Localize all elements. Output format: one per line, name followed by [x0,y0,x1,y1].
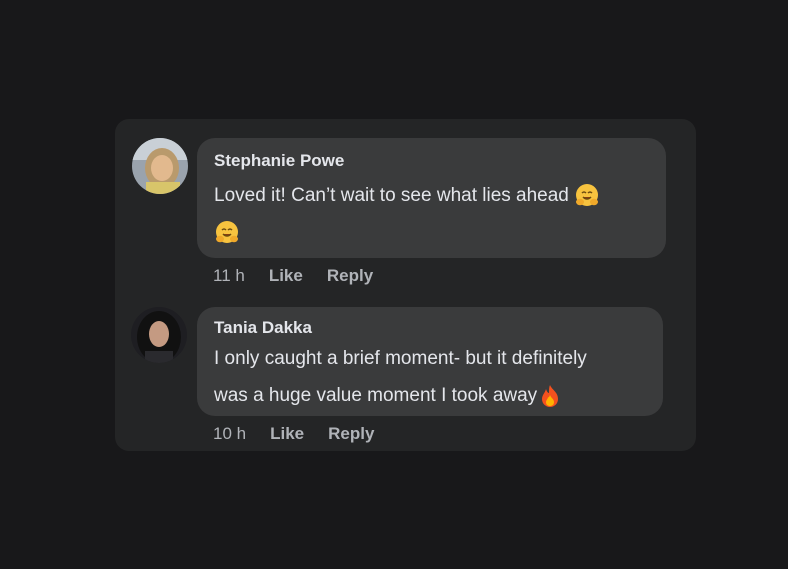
comment-author[interactable]: Tania Dakka [214,318,646,338]
hugging-face-icon [576,183,599,206]
reply-button[interactable]: Reply [327,266,373,286]
hugging-face-icon [216,220,238,243]
fire-icon [542,384,559,407]
comment-text: I only caught a brief moment- but it def… [214,340,646,414]
comment-text-line: was a huge value moment I took away [214,385,538,406]
comment-author[interactable]: Stephanie Powe [214,151,649,171]
comments-card: Stephanie Powe Loved it! Can’t wait to s… [115,119,696,451]
comment-text: Loved it! Can’t wait to see what lies ah… [214,177,649,251]
comment-text-line: I only caught a brief moment- but it def… [214,348,587,369]
comment-actions: 11 h Like Reply [213,266,373,286]
comment-bubble: Stephanie Powe Loved it! Can’t wait to s… [197,138,666,258]
comment-timestamp[interactable]: 10 h [213,424,246,444]
comment-bubble: Tania Dakka I only caught a brief moment… [197,307,663,416]
avatar[interactable] [131,307,187,363]
avatar[interactable] [132,138,188,194]
like-button[interactable]: Like [270,424,304,444]
comment-actions: 10 h Like Reply [213,424,374,444]
comment-text-content: Loved it! Can’t wait to see what lies ah… [214,185,569,206]
reply-button[interactable]: Reply [328,424,374,444]
comment-timestamp[interactable]: 11 h [213,266,245,286]
like-button[interactable]: Like [269,266,303,286]
